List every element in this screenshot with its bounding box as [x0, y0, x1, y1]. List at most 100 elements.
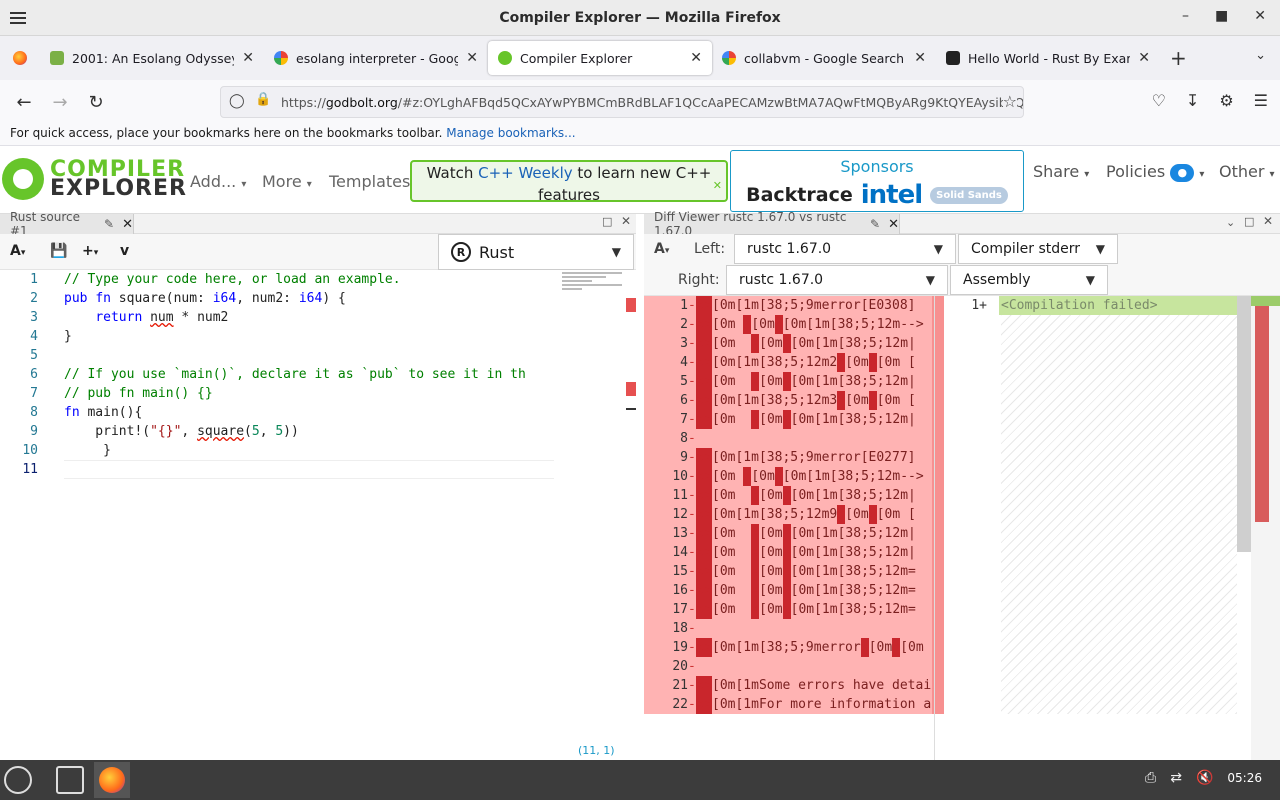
add-menu[interactable]: Add... ▾ [190, 172, 246, 191]
code-line[interactable]: // If you use `main()`, declare it as `p… [64, 365, 554, 384]
deletion-marker: - [688, 336, 696, 351]
left-diff-row: 8- [644, 429, 944, 448]
watch-cpp-weekly-banner[interactable]: Watch C++ Weekly to learn new C++ featur… [410, 160, 728, 204]
new-tab-icon[interactable]: + [1170, 46, 1187, 70]
line-number: 7 [680, 412, 688, 427]
pocket-icon[interactable]: ♡ [1152, 91, 1166, 110]
tab-diff-viewer[interactable]: Diff Viewer rustc 1.67.0 vs rustc 1.67.0… [644, 210, 900, 238]
more-menu[interactable]: More ▾ [262, 172, 312, 191]
clock[interactable]: 05:26 [1227, 771, 1262, 785]
code-line[interactable]: } [64, 441, 554, 460]
policies-menu[interactable]: Policies ● ▾ [1106, 162, 1204, 182]
maximize-icon[interactable]: ■ [1215, 8, 1228, 24]
close-pane-icon[interactable]: ✕ [122, 217, 133, 232]
window-menu-icon[interactable] [10, 9, 26, 25]
deletion-marker: - [688, 602, 696, 617]
network-icon[interactable]: ⇄ [1170, 770, 1182, 786]
url-bar[interactable]: ◯ 🔒 https://godbolt.org/#z:OYLghAFBqd5QC… [220, 86, 1024, 118]
left-compiler-select[interactable]: rustc 1.67.0 ▼ [734, 234, 956, 264]
tab-google-esolang[interactable]: esolang interpreter - Google Sea ✕ [264, 41, 488, 75]
code-line[interactable] [64, 346, 554, 365]
code-line[interactable]: print!("{}", square(5, 5)) [64, 422, 554, 441]
close-pane-icon[interactable]: ✕ [621, 214, 631, 228]
font-size-icon[interactable]: A▾ [654, 241, 669, 257]
url-prefix: https:// [281, 94, 326, 110]
close-pane-icon[interactable]: ✕ [888, 217, 899, 232]
other-menu[interactable]: Other ▾ [1219, 162, 1275, 181]
add-new-icon[interactable]: +▾ [82, 243, 98, 259]
file-manager-icon[interactable] [56, 766, 84, 794]
cursor-marker [626, 408, 636, 410]
close-window-icon[interactable]: ✕ [1254, 8, 1266, 24]
left-line-text: xx[0m x[0mx[0m[1m[38;5;12m| [696, 334, 916, 353]
code-line[interactable]: return num * num2 [64, 308, 554, 327]
printer-icon[interactable]: ⎙ [1145, 770, 1156, 786]
right-type-select[interactable]: Assembly ▼ [950, 265, 1108, 295]
firefox-taskbar-button[interactable] [94, 762, 130, 798]
left-diff-row: 16- xx[0m x[0mx[0m[1m[38;5;12m= [644, 581, 944, 600]
maximize-pane-icon[interactable]: □ [602, 215, 612, 228]
bookmark-star-icon[interactable]: ☆ [1002, 92, 1017, 111]
close-tab-icon[interactable]: ✕ [466, 50, 478, 66]
close-tab-icon[interactable]: ✕ [914, 50, 926, 66]
language-selector[interactable]: R Rust ▼ [438, 234, 634, 270]
extensions-icon[interactable]: ⚙ [1219, 91, 1233, 110]
back-icon[interactable]: ← [6, 92, 42, 113]
error-marker[interactable] [626, 382, 636, 396]
code-line[interactable]: } [64, 327, 554, 346]
minimize-icon[interactable]: – [1182, 8, 1189, 24]
code-editor[interactable]: 1 2 3 4 5 6 7 8 9 10 11 // Type your cod… [0, 270, 636, 760]
close-tab-icon[interactable]: ✕ [242, 50, 254, 66]
left-type-select[interactable]: Compiler stderr ▼ [958, 234, 1118, 264]
code-lines[interactable]: // Type your code here, or load an examp… [64, 270, 554, 479]
tab-rust-by-example[interactable]: Hello World - Rust By Example ✕ [936, 41, 1160, 75]
edit-pencil-icon[interactable]: ✎ [104, 217, 114, 231]
right-compiler-select[interactable]: rustc 1.67.0 ▼ [726, 265, 948, 295]
chevron-down-icon[interactable]: ⌄ [1226, 216, 1235, 229]
code-line[interactable]: pub fn square(num: i64, num2: i64) { [64, 289, 554, 308]
minimap[interactable] [562, 270, 626, 300]
firefox-view-button[interactable] [0, 41, 40, 75]
app-menu-icon[interactable]: ☰ [1254, 91, 1268, 110]
downloads-icon[interactable]: ↧ [1186, 91, 1199, 110]
templates-button[interactable]: Templates [329, 172, 410, 191]
reload-icon[interactable]: ↻ [78, 92, 114, 113]
forward-icon[interactable]: → [42, 92, 78, 113]
edit-pencil-icon[interactable]: ✎ [870, 217, 880, 231]
volume-muted-icon[interactable]: 🔇 [1196, 770, 1213, 786]
close-tab-icon[interactable]: ✕ [1138, 50, 1150, 66]
lock-icon[interactable]: 🔒 [255, 92, 271, 107]
line-numbers: 1 2 3 4 5 6 7 8 9 10 11 [0, 270, 56, 479]
code-line[interactable]: // Type your code here, or load an examp… [64, 270, 554, 289]
tab-collabvm[interactable]: collabvm - Google Search ✕ [712, 41, 936, 75]
right-diff-pane[interactable]: 1+ <Compilation failed> [934, 296, 1280, 760]
close-tab-icon[interactable]: ✕ [690, 50, 702, 66]
sponsor-backtrace[interactable]: Backtrace [746, 184, 853, 206]
error-marker[interactable] [626, 298, 636, 312]
code-line[interactable]: fn main(){ [64, 403, 554, 422]
code-line[interactable] [64, 460, 554, 479]
maximize-pane-icon[interactable]: □ [1244, 215, 1254, 228]
save-icon[interactable]: 💾 [50, 243, 67, 259]
chevron-down-icon: ▼ [1085, 273, 1095, 287]
share-menu[interactable]: Share ▾ [1033, 162, 1089, 181]
vim-icon[interactable]: v [120, 243, 129, 259]
ce-logo[interactable]: COMPILER EXPLORER [2, 158, 187, 200]
sponsor-intel[interactable]: intel [861, 180, 923, 210]
font-size-icon[interactable]: A▾ [10, 243, 25, 259]
start-menu-icon[interactable] [4, 766, 32, 794]
tab-esolang[interactable]: 2001: An Esolang Odyssey - Eso ✕ [40, 41, 264, 75]
cpp-weekly-link[interactable]: C++ Weekly [478, 164, 573, 182]
right-scrollbar[interactable] [1237, 296, 1251, 552]
close-banner-icon[interactable]: ✕ [713, 175, 722, 197]
close-pane-icon[interactable]: ✕ [1263, 214, 1273, 228]
list-all-tabs-icon[interactable]: ⌄ [1255, 48, 1266, 63]
tab-compiler-explorer[interactable]: Compiler Explorer ✕ [488, 41, 712, 75]
left-line-text: xx[0m x[0mx[0m[1m[38;5;12m--> [696, 315, 924, 334]
shield-icon[interactable]: ◯ [229, 93, 245, 109]
left-diff-pane[interactable]: 1- xx[0m[1m[38;5;9merror[E0308] 2- xx[0m x[… [644, 296, 944, 714]
manage-bookmarks-link[interactable]: Manage bookmarks... [446, 126, 575, 140]
tab-rust-source[interactable]: Rust source #1 ✎ ✕ [0, 210, 134, 238]
sponsor-solid-sands[interactable]: Solid Sands [930, 186, 1008, 204]
code-line[interactable]: // pub fn main() {} [64, 384, 554, 403]
